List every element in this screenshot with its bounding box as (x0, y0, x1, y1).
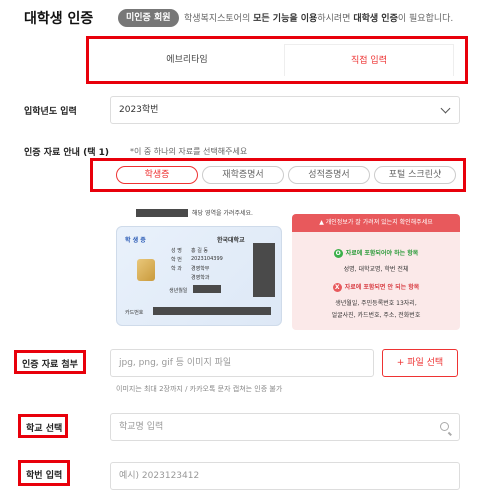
student-id-placeholder: 예시) 2023123412 (119, 471, 200, 481)
card-name-label: 성 명 (171, 248, 182, 254)
card-university: 한국대학교 (217, 237, 245, 244)
search-icon[interactable] (440, 422, 449, 431)
ok-items: 성명, 대학교명, 학번 전체 (343, 266, 409, 273)
card-dept-value2: 경영학과 (191, 275, 210, 281)
ng-items-2: 얼굴사진, 카드번호, 주소, 전화번호 (331, 312, 421, 319)
status-badge: 미인증 회원 (118, 9, 179, 27)
card-birth-label: 생년월일 (169, 288, 188, 294)
school-placeholder: 학교명 입력 (119, 422, 164, 432)
chevron-down-icon (440, 103, 451, 114)
warning-head: ▲ 개인정보가 잘 가려져 있는지 확인해주세요 (292, 214, 460, 232)
doc-option-enrollment[interactable]: 재학증명서 (202, 166, 284, 184)
card-dept-value: 경영학부 (191, 266, 210, 272)
tab-direct-input[interactable]: 직접 입력 (284, 44, 454, 76)
header-note: 학생복지스토어의 모든 기능을 이용하시려면 대학생 인증이 필요합니다. (184, 14, 454, 24)
redaction-bar (153, 307, 271, 315)
card-id-value: 2023104399 (191, 256, 223, 262)
redaction-bar (193, 285, 221, 293)
photo-redaction (253, 243, 275, 297)
card-chip (137, 259, 155, 281)
admission-select[interactable]: 2023학번 (110, 96, 460, 124)
doc-option-portal[interactable]: 포털 스크린샷 (374, 166, 456, 184)
tab-everytime[interactable]: 에브리타임 (92, 44, 282, 76)
docs-hint: *이 중 하나의 자료를 선택해주세요 (130, 147, 248, 156)
card-number-label: 카드번호 (125, 310, 144, 316)
sample-student-card: 학 생 증 한국대학교 성 명 홍 길 동 학 번 2023104399 학 과… (116, 226, 282, 326)
docs-label: 인증 자료 안내 (택 1) (24, 148, 109, 158)
attach-help: 이미지는 최대 2장까지 / 카카오톡 문자 캡쳐는 인증 불가 (116, 385, 283, 393)
page-title: 대학생 인증 (24, 11, 94, 27)
school-search-input[interactable]: 학교명 입력 (110, 413, 460, 441)
card-title: 학 생 증 (125, 237, 146, 244)
attach-placeholder: jpg, png, gif 등 이미지 파일 (119, 358, 232, 368)
check-icon: O (333, 249, 343, 258)
privacy-warning-panel: ▲ 개인정보가 잘 가려져 있는지 확인해주세요 O 자료에 포함되어야 하는 항… (292, 214, 460, 330)
doc-option-transcript[interactable]: 성적증명서 (288, 166, 370, 184)
attach-label: 인증 자료 첨부 (22, 360, 78, 370)
ng-items-1: 생년월일, 주민등록번호 13자리, (335, 300, 417, 307)
cover-note: 해당 영역을 가려주세요. (192, 210, 253, 217)
doc-option-student-card[interactable]: 학생증 (116, 166, 198, 184)
card-dept-label: 학 과 (171, 266, 182, 272)
admission-label: 입학년도 입력 (24, 107, 77, 117)
file-select-button[interactable]: + 파일 선택 (382, 349, 458, 377)
card-id-label: 학 번 (171, 257, 182, 263)
ok-title-row: O 자료에 포함되어야 하는 항목 (333, 249, 419, 258)
cross-icon: X (332, 283, 342, 292)
attach-input[interactable]: jpg, png, gif 등 이미지 파일 (110, 349, 374, 377)
admission-value: 2023학번 (119, 105, 159, 115)
student-id-input[interactable]: 예시) 2023123412 (110, 462, 460, 490)
ng-title-row: X 자료에 포함되면 안 되는 항목 (292, 282, 460, 292)
card-name-value: 홍 길 동 (191, 248, 208, 254)
student-id-label: 학번 입력 (26, 471, 63, 481)
school-label: 학교 선택 (26, 424, 63, 434)
redaction-bar (136, 209, 188, 217)
